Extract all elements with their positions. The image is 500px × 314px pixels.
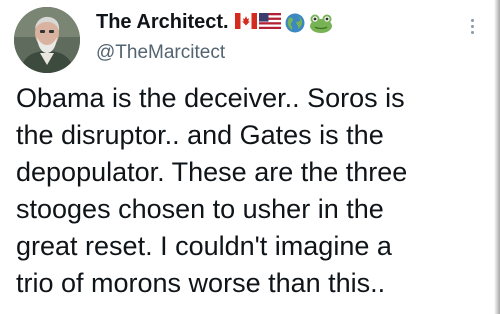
tweet-card: The Architect. @TheMarcitect Obama is th… <box>0 0 500 314</box>
more-dot <box>470 24 474 28</box>
avatar[interactable] <box>14 7 80 73</box>
tweet-text: Obama is the deceiver.. Soros is the dis… <box>16 83 408 298</box>
canada-flag-icon <box>234 13 257 31</box>
edge-shadow <box>494 0 500 314</box>
avatar-image <box>14 7 80 73</box>
more-dot <box>470 30 474 34</box>
globe-icon <box>285 13 305 33</box>
name-row: The Architect. <box>96 8 333 36</box>
more-dot <box>470 18 474 22</box>
display-name[interactable]: The Architect. <box>96 11 229 34</box>
frog-icon <box>309 13 333 33</box>
more-options-icon[interactable] <box>460 14 484 38</box>
user-handle[interactable]: @TheMarcitect <box>96 42 225 64</box>
us-flag-icon <box>258 13 281 31</box>
